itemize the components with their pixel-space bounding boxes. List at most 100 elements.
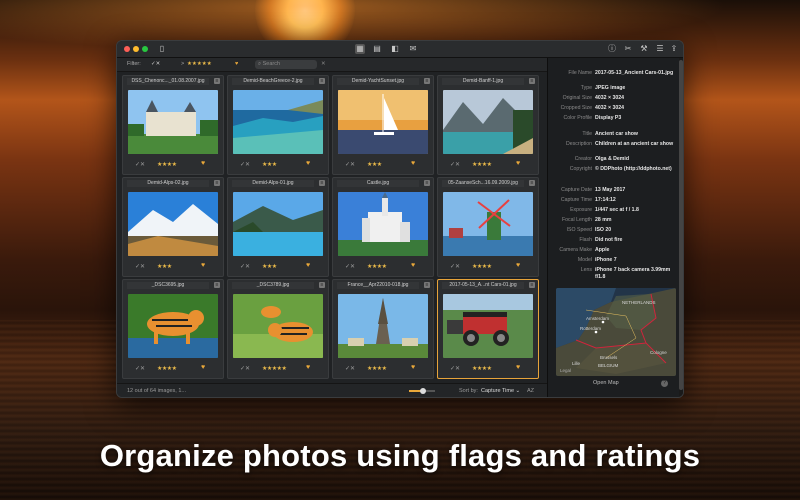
flag-toggle[interactable]: ✓✕ [450, 263, 460, 270]
tools-icon[interactable]: ⚒ [639, 44, 649, 54]
photo-cell[interactable]: France__Apr22010-018.jpg ≡ ✓✕ ★★★★ ♥ [332, 279, 434, 379]
cell-menu-icon[interactable]: ≡ [214, 78, 220, 84]
share-icon[interactable]: ⇪ [669, 44, 679, 54]
flag-toggle[interactable]: ✓✕ [240, 365, 250, 372]
heart-icon[interactable]: ♥ [201, 262, 205, 269]
heart-filter-icon[interactable]: ♥ [235, 61, 238, 67]
heart-icon[interactable]: ♥ [516, 160, 520, 167]
star-rating[interactable]: ★★★★ [367, 263, 387, 270]
clear-search-icon[interactable]: ✕ [321, 61, 326, 67]
cell-menu-icon[interactable]: ≡ [319, 180, 325, 186]
flag-toggle[interactable]: ✓✕ [450, 365, 460, 372]
flag-toggle[interactable]: ✓✕ [450, 161, 460, 168]
cell-menu-icon[interactable]: ≡ [214, 282, 220, 288]
cell-menu-icon[interactable]: ≡ [319, 78, 325, 84]
flag-toggle[interactable]: ✓✕ [345, 365, 355, 372]
heart-icon[interactable]: ♥ [516, 364, 520, 371]
photo-cell[interactable]: Demid-Alps-01.jpg ≡ ✓✕ ★★★ ♥ [227, 177, 329, 277]
scrollbar[interactable] [679, 58, 683, 397]
cell-menu-icon[interactable]: ≡ [529, 78, 535, 84]
photo-cell[interactable]: _DSC3695.jpg ≡ ✓✕ ★★★★ ♥ [122, 279, 224, 379]
heart-icon[interactable]: ♥ [306, 262, 310, 269]
zoom-slider[interactable] [409, 388, 435, 394]
photo-thumbnail[interactable] [338, 294, 428, 358]
open-map-button[interactable]: Open Map [593, 380, 619, 386]
flag-toggle[interactable]: ✓✕ [345, 263, 355, 270]
star-rating[interactable]: ★★★ [157, 263, 172, 270]
info-icon[interactable]: ⓘ [607, 44, 617, 54]
adjust-icon[interactable]: ✂ [623, 44, 633, 54]
cell-menu-icon[interactable]: ≡ [424, 282, 430, 288]
photo-thumbnail[interactable] [443, 192, 533, 256]
photo-cell[interactable]: Demid-Banff-1.jpg ≡ ✓✕ ★★★★ ♥ [437, 75, 539, 175]
cell-menu-icon[interactable]: ≡ [529, 282, 535, 288]
photo-thumbnail[interactable] [233, 90, 323, 154]
star-rating[interactable]: ★★★★ [367, 365, 387, 372]
cell-menu-icon[interactable]: ≡ [424, 180, 430, 186]
star-rating[interactable]: ★★★★ [472, 365, 492, 372]
flag-filter[interactable]: ✓✕ [151, 61, 160, 67]
photo-thumbnail[interactable] [128, 294, 218, 358]
sidebar-icon[interactable]: ▯ [157, 44, 167, 54]
heart-icon[interactable]: ♥ [201, 364, 205, 371]
heart-icon[interactable]: ♥ [306, 160, 310, 167]
photo-thumbnail[interactable] [338, 90, 428, 154]
heart-icon[interactable]: ♥ [516, 262, 520, 269]
cell-menu-icon[interactable]: ≡ [214, 180, 220, 186]
photo-thumbnail[interactable] [443, 294, 533, 358]
rating-operator[interactable]: > [181, 61, 184, 67]
photo-thumbnail[interactable] [338, 192, 428, 256]
photo-cell[interactable]: Castle.jpg ≡ ✓✕ ★★★★ ♥ [332, 177, 434, 277]
grid-view-icon[interactable]: ▦ [355, 44, 365, 54]
photo-cell[interactable]: Demid-BeachGreece-2.jpg ≡ ✓✕ ★★★ ♥ [227, 75, 329, 175]
scrollbar-thumb[interactable] [679, 60, 683, 390]
heart-icon[interactable]: ♥ [411, 364, 415, 371]
star-rating[interactable]: ★★★★ [472, 263, 492, 270]
photo-cell[interactable]: Demid-Alps-02.jpg ≡ ✓✕ ★★★ ♥ [122, 177, 224, 277]
star-rating[interactable]: ★★★ [367, 161, 382, 168]
sort-select[interactable]: Capture Time ⌄ [481, 388, 520, 394]
star-rating[interactable]: ★★★★★ [262, 365, 287, 372]
photo-cell[interactable]: 2017-05-13_A...nt Cars-01.jpg ≡ ✓✕ ★★★★ ♥ [437, 279, 539, 379]
photo-thumbnail[interactable] [128, 90, 218, 154]
star-rating[interactable]: ★★★★ [157, 365, 177, 372]
cell-menu-icon[interactable]: ≡ [424, 78, 430, 84]
settings-icon[interactable]: ☰ [655, 44, 665, 54]
photo-thumbnail[interactable] [443, 90, 533, 154]
star-rating[interactable]: ★★★ [262, 161, 277, 168]
flag-toggle[interactable]: ✓✕ [135, 161, 145, 168]
zoom-slider-knob[interactable] [420, 388, 427, 394]
flag-toggle[interactable]: ✓✕ [240, 161, 250, 168]
photo-thumbnail[interactable] [128, 192, 218, 256]
sort-direction-button[interactable]: AZ [527, 388, 534, 394]
heart-icon[interactable]: ♥ [411, 262, 415, 269]
mail-icon[interactable]: ✉ [408, 44, 418, 54]
photo-cell[interactable]: DSS_Chenonc..._01.08.2007.jpg ≡ ✓✕ ★★★★ ♥ [122, 75, 224, 175]
star-rating[interactable]: ★★★ [262, 263, 277, 270]
split-view-icon[interactable]: ◧ [390, 44, 400, 54]
rating-filter[interactable]: ★★★★★ [187, 61, 212, 67]
star-rating[interactable]: ★★★★ [472, 161, 492, 168]
minimize-window-button[interactable] [133, 46, 139, 52]
location-map[interactable]: NETHERLANDS Amsterdam Rotterdam Cologne … [556, 288, 676, 376]
help-button[interactable]: ? [661, 380, 668, 387]
flag-toggle[interactable]: ✓✕ [345, 161, 355, 168]
heart-icon[interactable]: ♥ [201, 160, 205, 167]
photo-thumbnail[interactable] [233, 294, 323, 358]
search-input[interactable]: ⌕ Search [255, 60, 317, 69]
heart-icon[interactable]: ♥ [411, 160, 415, 167]
photo-thumbnail[interactable] [233, 192, 323, 256]
flag-toggle[interactable]: ✓✕ [135, 263, 145, 270]
map-legal-link[interactable]: Legal [560, 368, 571, 373]
flag-toggle[interactable]: ✓✕ [240, 263, 250, 270]
photo-cell[interactable]: Demid-YachtSunset.jpg ≡ ✓✕ ★★★ ♥ [332, 75, 434, 175]
photo-cell[interactable]: 05-ZaanseSch...16.09.2009.jpg ≡ ✓✕ ★★★★ ♥ [437, 177, 539, 277]
heart-icon[interactable]: ♥ [306, 364, 310, 371]
flag-toggle[interactable]: ✓✕ [135, 365, 145, 372]
close-window-button[interactable] [124, 46, 130, 52]
browse-view-icon[interactable]: ▤ [372, 44, 382, 54]
photo-cell[interactable]: _DSC3789.jpg ≡ ✓✕ ★★★★★ ♥ [227, 279, 329, 379]
zoom-window-button[interactable] [142, 46, 148, 52]
star-rating[interactable]: ★★★★ [157, 161, 177, 168]
cell-menu-icon[interactable]: ≡ [319, 282, 325, 288]
